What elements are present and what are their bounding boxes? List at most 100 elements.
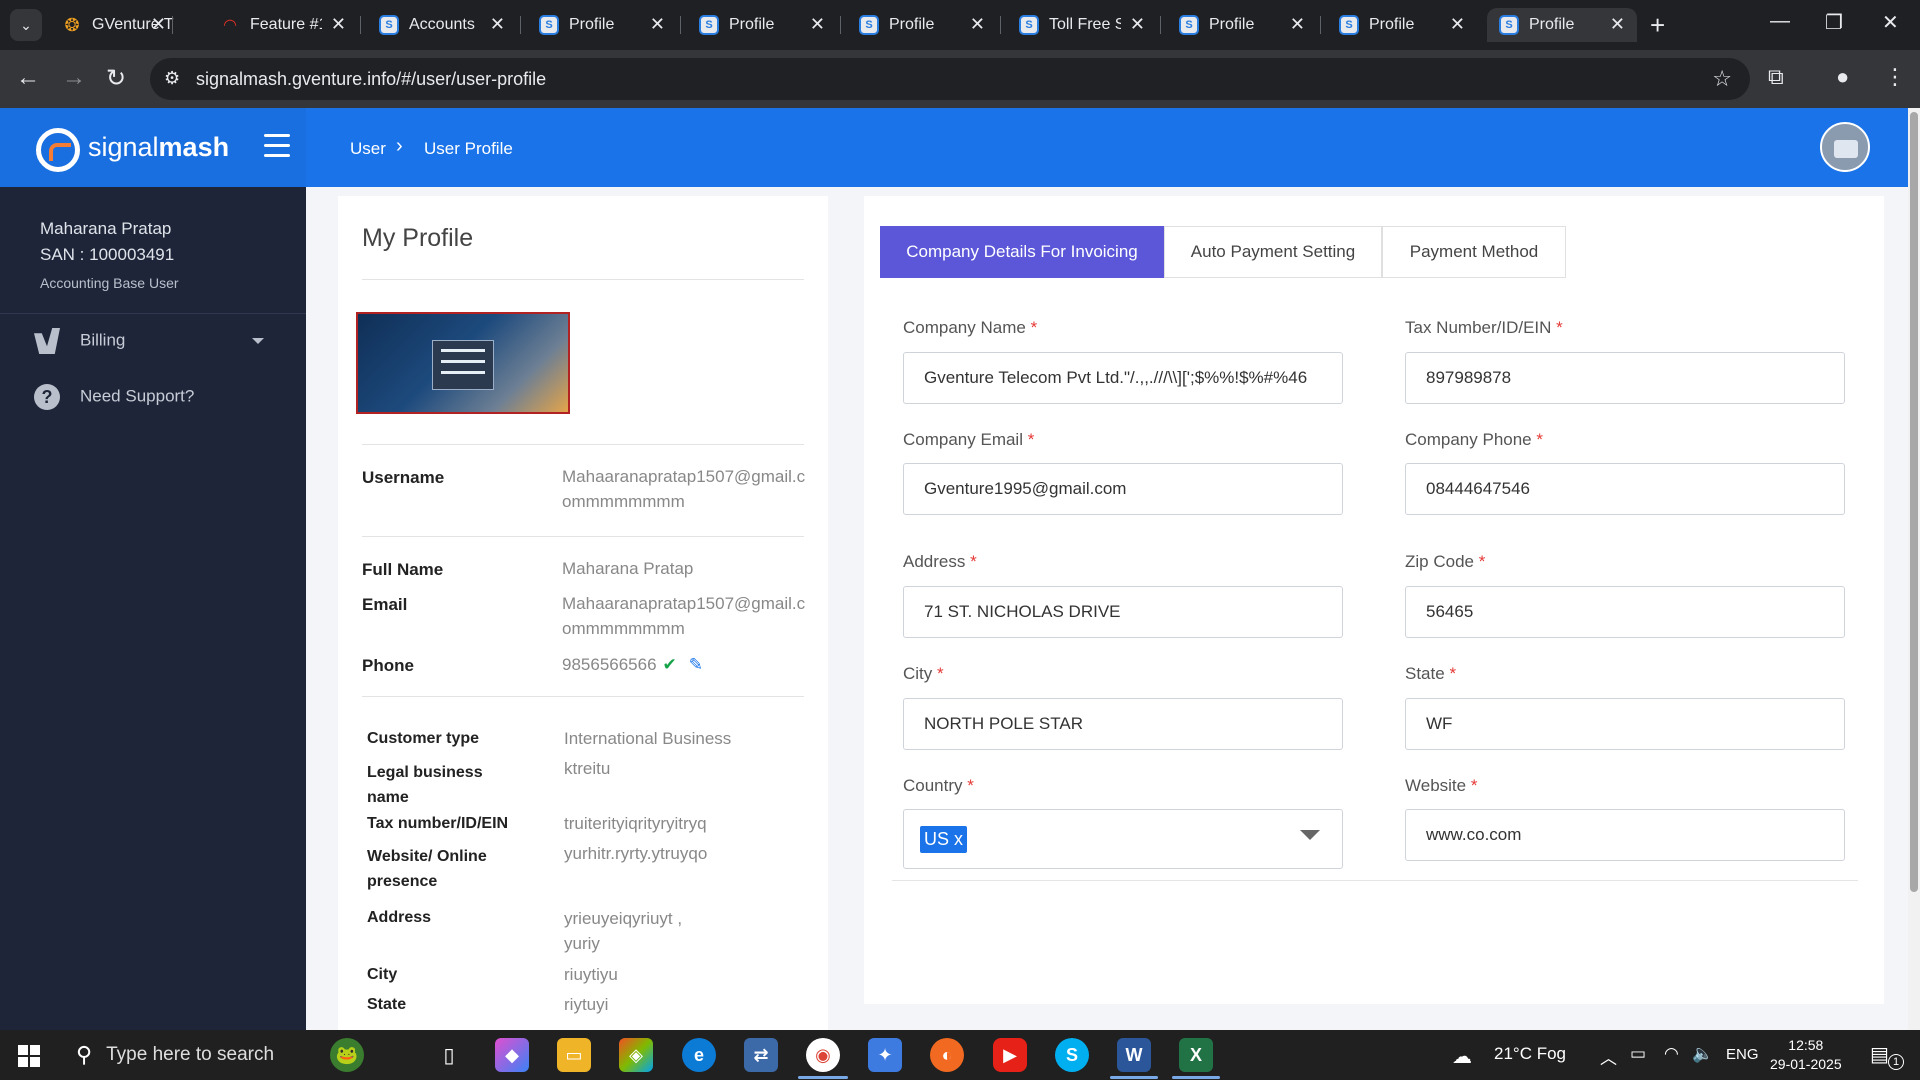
wifi-icon[interactable]: ◠ bbox=[1664, 1044, 1679, 1064]
notification-count: 1 bbox=[1888, 1054, 1904, 1070]
excel-icon[interactable]: X bbox=[1179, 1038, 1213, 1072]
profile-photo[interactable] bbox=[356, 312, 570, 414]
browser-toolbar: ← → ↻ ⚙ signalmash.gventure.info/#/user/… bbox=[0, 50, 1920, 108]
url-text[interactable]: signalmash.gventure.info/#/user/user-pro… bbox=[196, 69, 546, 90]
clock[interactable]: 12:58 29-01-2025 bbox=[1770, 1036, 1842, 1074]
browser-tab[interactable]: S Accounts ✕ bbox=[367, 8, 517, 42]
company-name-input[interactable]: Gventure Telecom Pvt Ltd."/.,,.///\\][';… bbox=[903, 352, 1343, 404]
sidebar-role: Accounting Base User bbox=[40, 275, 179, 291]
file-explorer-icon[interactable]: ▭ bbox=[557, 1038, 591, 1072]
tab-search-button[interactable]: ⌄ bbox=[10, 9, 42, 41]
tab-separator bbox=[360, 16, 361, 34]
chrome-icon[interactable]: ◉ bbox=[806, 1038, 840, 1072]
taskbar-search[interactable]: ⚲ Type here to search bbox=[60, 1030, 318, 1080]
close-icon[interactable]: ✕ bbox=[490, 14, 505, 35]
city-input[interactable]: NORTH POLE STAR bbox=[903, 698, 1343, 750]
notifications-icon[interactable]: ▤ bbox=[1870, 1042, 1889, 1067]
close-icon[interactable]: ✕ bbox=[810, 14, 825, 35]
firefox-icon[interactable]: ◐ bbox=[930, 1038, 964, 1072]
edge-icon[interactable]: e bbox=[682, 1038, 716, 1072]
close-icon[interactable]: ✕ bbox=[331, 14, 346, 35]
battery-icon[interactable]: ▭ bbox=[1630, 1044, 1646, 1064]
close-icon[interactable]: ✕ bbox=[1610, 14, 1625, 35]
state-input[interactable]: WF bbox=[1405, 698, 1845, 750]
close-icon[interactable]: ✕ bbox=[1290, 14, 1305, 35]
browser-tab[interactable]: S Profile ✕ bbox=[1327, 8, 1477, 42]
forward-icon[interactable]: → bbox=[62, 64, 86, 92]
edit-icon[interactable]: ✎ bbox=[689, 652, 703, 677]
site-info-icon[interactable]: ⚙ bbox=[164, 68, 180, 89]
company-email-input[interactable]: Gventure1995@gmail.com bbox=[903, 463, 1343, 515]
weather-icon[interactable]: ☁ bbox=[1452, 1044, 1472, 1069]
remove-chip-icon[interactable]: x bbox=[954, 829, 963, 849]
browser-tab[interactable]: S Profile ✕ bbox=[527, 8, 677, 42]
close-icon[interactable]: ✕ bbox=[970, 14, 985, 35]
tax-number-input[interactable]: 897989878 bbox=[1405, 352, 1845, 404]
window-close-button[interactable]: ✕ bbox=[1882, 10, 1899, 35]
back-icon[interactable]: ← bbox=[16, 64, 40, 92]
company-phone-label: Company Phone * bbox=[1405, 430, 1543, 449]
extensions-icon[interactable]: ⧉ bbox=[1768, 64, 1784, 90]
breadcrumb-user[interactable]: User bbox=[350, 139, 386, 159]
user-avatar[interactable] bbox=[1820, 122, 1870, 172]
minimize-button[interactable]: — bbox=[1770, 10, 1790, 33]
zip-code-input[interactable]: 56465 bbox=[1405, 586, 1845, 638]
browser-tab[interactable]: S Profile ✕ bbox=[1167, 8, 1317, 42]
company-phone-input[interactable]: 08444647546 bbox=[1405, 463, 1845, 515]
app-icon[interactable]: ✦ bbox=[868, 1038, 902, 1072]
tab-separator bbox=[840, 16, 841, 34]
dropdown-arrow-icon[interactable] bbox=[1300, 830, 1320, 840]
browser-menu-icon[interactable]: ⋮ bbox=[1884, 64, 1906, 90]
browser-tab[interactable]: S Toll Free SM ✕ bbox=[1007, 8, 1157, 42]
scrollbar-thumb[interactable] bbox=[1910, 112, 1918, 892]
profile-icon[interactable]: ● bbox=[1836, 64, 1849, 90]
country-chip[interactable]: US x bbox=[920, 825, 968, 853]
language-indicator[interactable]: ENG bbox=[1726, 1046, 1759, 1063]
divider bbox=[892, 880, 1858, 881]
company-name-label: Company Name * bbox=[903, 318, 1038, 337]
zip-code-label: Zip Code * bbox=[1405, 552, 1486, 571]
sidebar-item-support[interactable]: ? Need Support? bbox=[34, 384, 194, 410]
tab-payment-method[interactable]: Payment Method bbox=[1382, 226, 1566, 278]
close-icon[interactable]: ✕ bbox=[1130, 14, 1145, 35]
new-tab-button[interactable]: + bbox=[1650, 10, 1665, 41]
widgets-icon[interactable]: 🐸 bbox=[330, 1038, 364, 1072]
browser-tab[interactable]: S Profile ✕ bbox=[847, 8, 997, 42]
sidebar-item-billing[interactable]: Billing bbox=[34, 328, 125, 354]
windows-start-icon[interactable] bbox=[18, 1045, 40, 1067]
tray-overflow-icon[interactable]: ︿ bbox=[1600, 1044, 1617, 1069]
close-icon[interactable]: ✕ bbox=[650, 14, 665, 35]
divider bbox=[362, 536, 804, 537]
address-bar[interactable]: ⚙ signalmash.gventure.info/#/user/user-p… bbox=[150, 58, 1750, 100]
youtube-icon[interactable]: ▶ bbox=[993, 1038, 1027, 1072]
browser-tab[interactable]: S Profile ✕ bbox=[687, 8, 837, 42]
tab-auto-payment[interactable]: Auto Payment Setting bbox=[1164, 226, 1382, 278]
brand-logo[interactable]: signalmash bbox=[0, 108, 306, 187]
word-icon[interactable]: W bbox=[1117, 1038, 1151, 1072]
menu-toggle-icon[interactable] bbox=[264, 134, 290, 164]
tab-separator bbox=[520, 16, 521, 34]
skype-icon[interactable]: S bbox=[1055, 1038, 1089, 1072]
country-select[interactable]: US x bbox=[903, 809, 1343, 869]
volume-icon[interactable]: 🔈 bbox=[1692, 1044, 1713, 1064]
browser-tab[interactable]: ❂ GVenture T ✕ bbox=[50, 8, 178, 42]
website-input[interactable]: www.co.com bbox=[1405, 809, 1845, 861]
address-input[interactable]: 71 ST. NICHOLAS DRIVE bbox=[903, 586, 1343, 638]
task-view-icon[interactable]: ▯ bbox=[432, 1038, 466, 1072]
tab-company-details[interactable]: Company Details For Invoicing bbox=[880, 226, 1164, 278]
weather-text[interactable]: 21°C Fog bbox=[1494, 1044, 1566, 1064]
page-scrollbar[interactable] bbox=[1908, 108, 1920, 1030]
caret-down-icon[interactable] bbox=[252, 338, 264, 344]
restore-button[interactable]: ❐ bbox=[1825, 10, 1843, 35]
browser-tab[interactable]: ◠ Feature #1 ✕ bbox=[208, 8, 358, 42]
close-icon[interactable]: ✕ bbox=[151, 14, 166, 35]
active-app-indicator bbox=[798, 1076, 848, 1079]
browser-tab-active[interactable]: S Profile ✕ bbox=[1487, 8, 1637, 42]
teamviewer-icon[interactable]: ⇄ bbox=[744, 1038, 778, 1072]
signalmash-favicon: S bbox=[379, 15, 399, 35]
m365-icon[interactable]: ◈ bbox=[619, 1038, 653, 1072]
close-icon[interactable]: ✕ bbox=[1450, 14, 1465, 35]
bookmark-star-icon[interactable]: ☆ bbox=[1712, 66, 1732, 92]
copilot-icon[interactable]: ◆ bbox=[495, 1038, 529, 1072]
reload-icon[interactable]: ↻ bbox=[106, 64, 126, 93]
